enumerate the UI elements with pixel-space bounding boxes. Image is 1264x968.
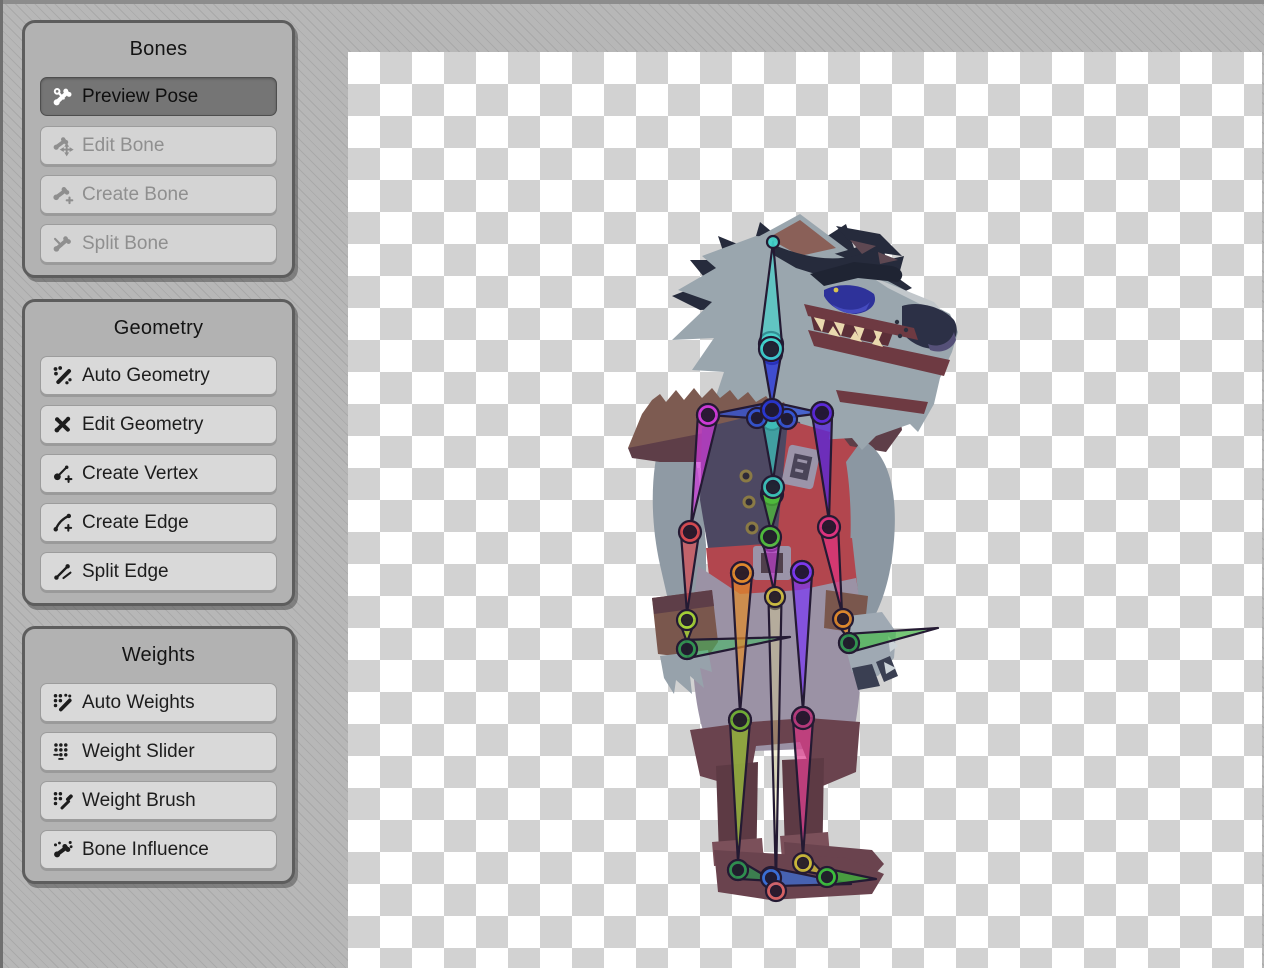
joint-knee-left[interactable] xyxy=(729,709,751,731)
tool-label: Auto Geometry xyxy=(82,365,210,387)
joint-shoulder-left[interactable] xyxy=(697,404,719,426)
tool-label: Create Edge xyxy=(82,512,189,534)
tool-split-bone: Split Bone xyxy=(40,224,277,263)
tool-split-edge[interactable]: Split Edge xyxy=(40,552,277,591)
edit-geometry-icon xyxy=(51,414,73,436)
joint-tail-end[interactable] xyxy=(766,881,786,901)
tool-bone-influence[interactable]: Bone Influence xyxy=(40,830,277,869)
panel-title-weights: Weights xyxy=(40,641,277,669)
create-vertex-icon xyxy=(51,463,73,485)
joint-chest-center[interactable] xyxy=(761,399,783,421)
tool-edit-geometry[interactable]: Edit Geometry xyxy=(40,405,277,444)
joint-hip-right[interactable] xyxy=(791,561,813,583)
tool-label: Create Bone xyxy=(82,184,189,206)
joint-head-top[interactable] xyxy=(767,236,779,248)
joint-ankle-left[interactable] xyxy=(728,860,748,880)
tool-label: Bone Influence xyxy=(82,839,209,861)
joint-hand-right[interactable] xyxy=(839,633,859,653)
joint-tail-start[interactable] xyxy=(765,587,785,607)
edit-bone-icon xyxy=(51,135,73,157)
tool-create-edge[interactable]: Create Edge xyxy=(40,503,277,542)
tool-label: Edit Geometry xyxy=(82,414,203,436)
tool-auto-weights[interactable]: Auto Weights xyxy=(40,683,277,722)
create-bone-icon xyxy=(51,184,73,206)
preview-pose-icon xyxy=(51,86,73,108)
tool-preview-pose[interactable]: Preview Pose xyxy=(40,77,277,116)
split-bone-icon xyxy=(51,233,73,255)
tool-label: Split Edge xyxy=(82,561,169,583)
joint-hip-left[interactable] xyxy=(731,562,753,584)
joint-elbow-right[interactable] xyxy=(818,516,840,538)
tool-edit-bone: Edit Bone xyxy=(40,126,277,165)
joint-wrist-left[interactable] xyxy=(677,610,697,630)
auto-geometry-icon xyxy=(51,365,73,387)
joint-spine-mid[interactable] xyxy=(762,476,784,498)
tool-label: Preview Pose xyxy=(82,86,198,108)
joint-neck[interactable] xyxy=(759,337,783,361)
tool-label: Edit Bone xyxy=(82,135,164,157)
tool-label: Weight Slider xyxy=(82,741,195,763)
panel-title-bones: Bones xyxy=(40,35,277,63)
skinning-editor: { "sidebar": { "panels": [ { "id": "bone… xyxy=(0,0,1264,968)
tool-auto-geometry[interactable]: Auto Geometry xyxy=(40,356,277,395)
panel-title-geometry: Geometry xyxy=(40,314,277,342)
auto-weights-icon xyxy=(51,692,73,714)
split-edge-icon xyxy=(51,561,73,583)
tool-weight-slider[interactable]: Weight Slider xyxy=(40,732,277,771)
tool-create-vertex[interactable]: Create Vertex xyxy=(40,454,277,493)
tool-weight-brush[interactable]: Weight Brush xyxy=(40,781,277,820)
joint-wrist-right[interactable] xyxy=(833,609,853,629)
joint-toe-right[interactable] xyxy=(817,867,837,887)
panel-geometry: Geometry Auto Geometry Edit Geometry Create… xyxy=(22,299,295,606)
tool-create-bone: Create Bone xyxy=(40,175,277,214)
joint-elbow-left[interactable] xyxy=(679,521,701,543)
window-left-edge xyxy=(0,0,3,968)
tool-label: Split Bone xyxy=(82,233,169,255)
window-top-edge xyxy=(0,0,1264,4)
joint-hand-left[interactable] xyxy=(677,639,697,659)
create-edge-icon xyxy=(51,512,73,534)
joint-ankle-right[interactable] xyxy=(793,853,813,873)
tool-label: Weight Brush xyxy=(82,790,196,812)
weight-slider-icon xyxy=(51,741,73,763)
bone-influence-icon xyxy=(51,839,73,861)
joint-pelvis[interactable] xyxy=(759,526,781,548)
joint-shoulder-right[interactable] xyxy=(811,402,833,424)
tool-label: Create Vertex xyxy=(82,463,198,485)
panel-bones: Bones Preview Pose Edit Bone Create Bone Spl… xyxy=(22,20,295,278)
tool-label: Auto Weights xyxy=(82,692,195,714)
panel-weights: Weights Auto Weights Weight Slider Weight B… xyxy=(22,626,295,884)
joint-knee-right[interactable] xyxy=(792,707,814,729)
weight-brush-icon xyxy=(51,790,73,812)
